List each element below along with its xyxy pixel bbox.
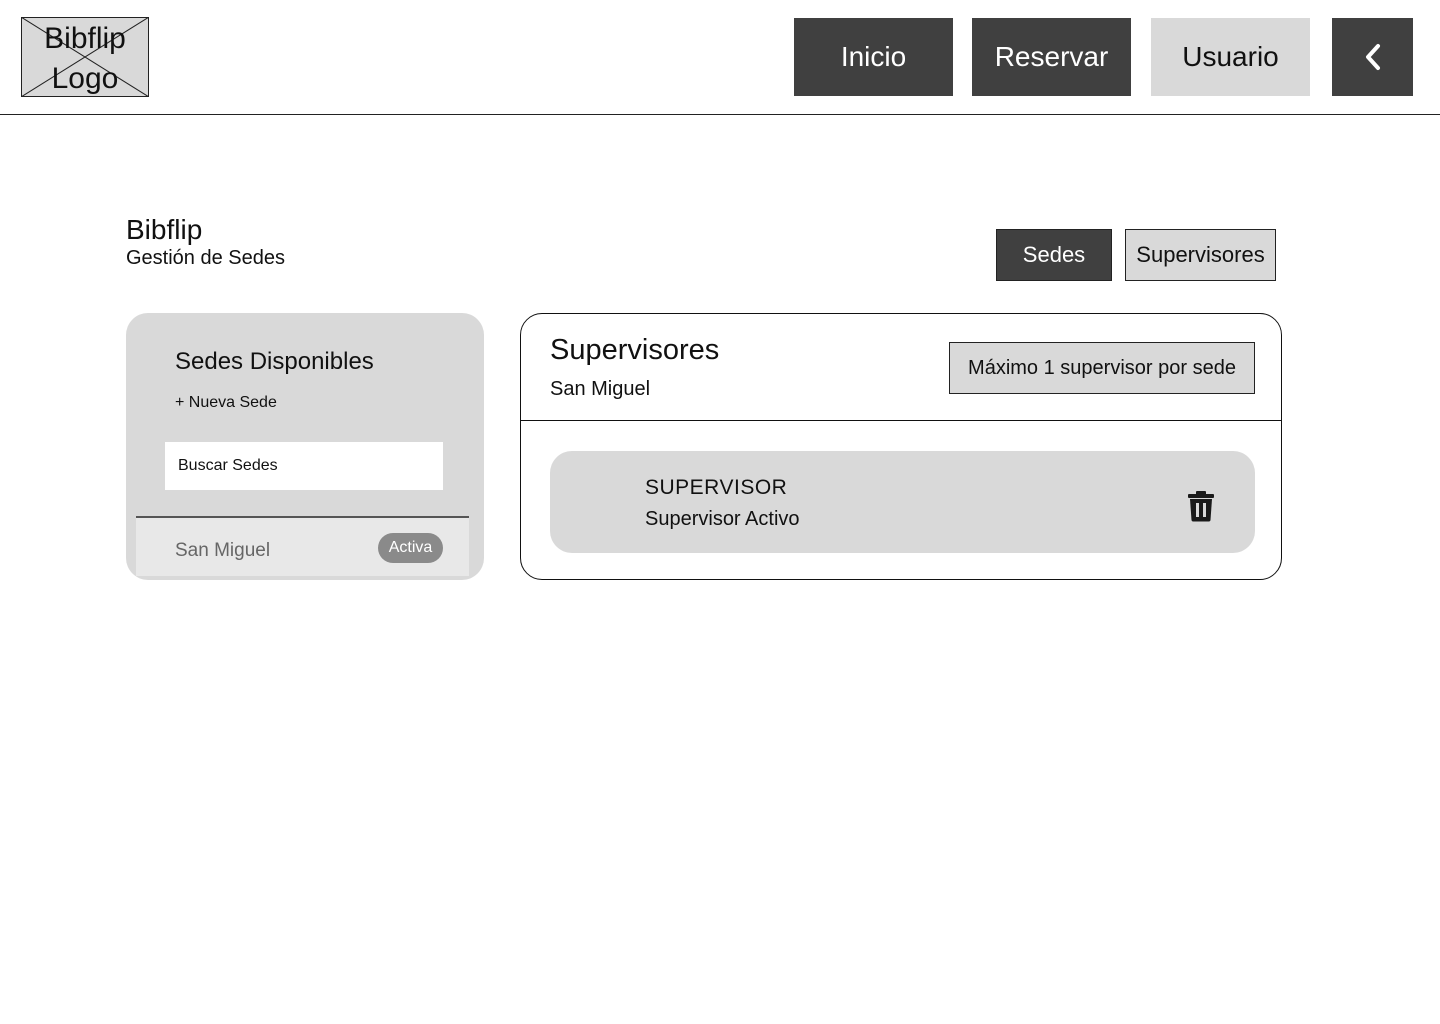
supervisor-status: Supervisor Activo	[645, 508, 800, 530]
selected-sede-name: San Miguel	[550, 378, 651, 400]
chevron-left-icon	[1365, 44, 1380, 70]
tab-sedes[interactable]: Sedes	[996, 229, 1112, 281]
supervisor-card: SUPERVISOR Supervisor Activo	[550, 451, 1255, 553]
page-subtitle: Gestión de Sedes	[126, 247, 285, 269]
nav-usuario-button[interactable]: Usuario	[1151, 18, 1310, 96]
supervisor-role: SUPERVISOR	[645, 476, 788, 499]
logo-text: Bibflip Logo	[21, 19, 149, 97]
status-badge: Activa	[378, 533, 443, 563]
tab-supervisores[interactable]: Supervisores	[1125, 229, 1276, 281]
logo-placeholder[interactable]: Bibflip Logo	[21, 17, 149, 97]
logo-line-2: Logo	[51, 62, 119, 95]
trash-icon[interactable]	[1186, 490, 1216, 522]
back-button[interactable]	[1332, 18, 1413, 96]
sede-list-item[interactable]: San Miguel Activa	[136, 516, 469, 576]
top-header: Bibflip Logo Inicio Reservar Usuario	[0, 0, 1440, 115]
supervisores-panel: Supervisores San Miguel Máximo 1 supervi…	[520, 313, 1282, 580]
sede-name: San Miguel	[175, 540, 271, 561]
supervisores-title: Supervisores	[550, 334, 720, 366]
nav-inicio-button[interactable]: Inicio	[794, 18, 953, 96]
logo-line-1: Bibflip	[44, 22, 126, 55]
sedes-panel: Sedes Disponibles + Nueva Sede San Migue…	[126, 313, 484, 580]
page-title: Bibflip	[126, 214, 203, 245]
sedes-panel-title: Sedes Disponibles	[175, 348, 374, 375]
new-sede-button[interactable]: + Nueva Sede	[175, 394, 277, 412]
search-sedes-input[interactable]	[165, 442, 443, 490]
supervisor-limit-note: Máximo 1 supervisor por sede	[949, 342, 1255, 394]
nav-reservar-button[interactable]: Reservar	[972, 18, 1131, 96]
panel-divider	[521, 420, 1281, 421]
